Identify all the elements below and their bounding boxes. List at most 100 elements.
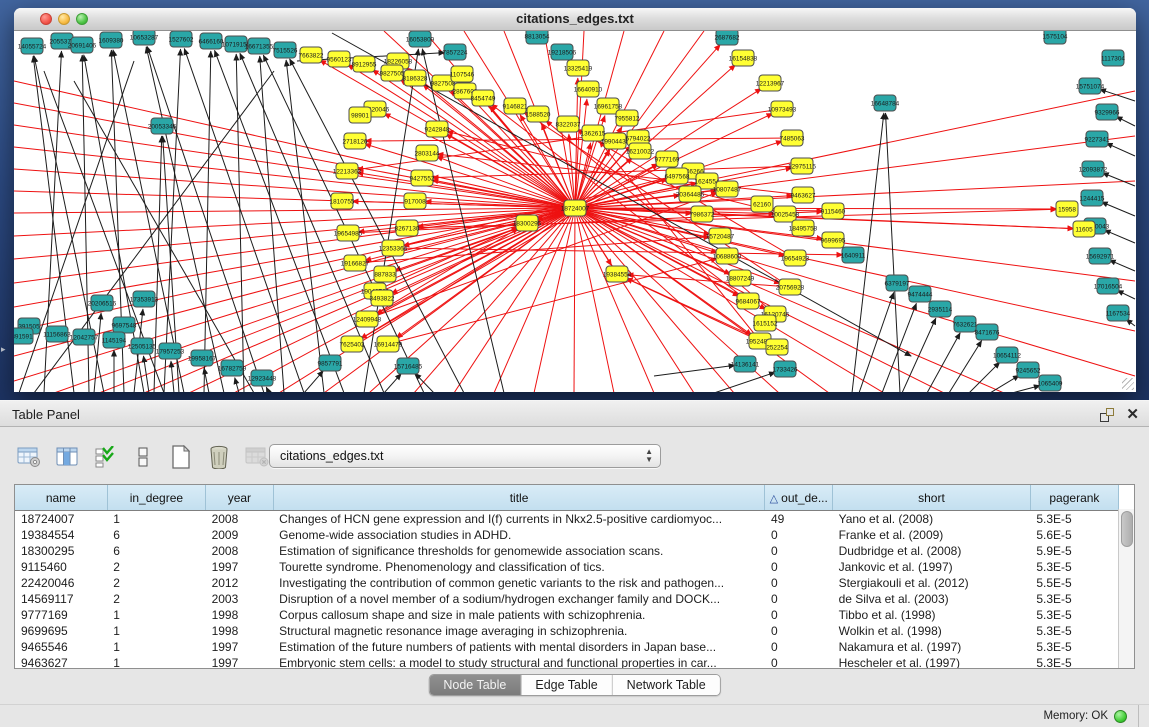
graph-node[interactable]: 1244415 (1080, 190, 1105, 206)
graph-node[interactable]: 15720487 (706, 228, 735, 244)
graph-node[interactable]: 12505135 (128, 338, 157, 354)
graph-node[interactable]: 252254 (766, 339, 788, 355)
graph-node[interactable]: 10807487 (713, 181, 742, 197)
row-height-button[interactable] (130, 444, 156, 470)
graph-node[interactable]: 8322037 (556, 116, 581, 132)
graph-node[interactable]: 7986372 (690, 206, 715, 222)
graph-node[interactable]: 9329966 (1095, 104, 1120, 120)
citation-edge-black[interactable] (1116, 116, 1135, 126)
graph-node[interactable]: 15751074 (1076, 78, 1105, 94)
graph-node[interactable]: 9699695 (821, 232, 846, 248)
citation-edge-black[interactable] (886, 113, 900, 392)
graph-node[interactable]: 8186328 (403, 70, 428, 86)
graph-node[interactable]: 8454749 (471, 90, 496, 106)
graph-node[interactable]: 6379197 (885, 275, 910, 291)
graph-node[interactable]: 1527602 (169, 31, 194, 47)
citation-edge-black[interactable] (236, 54, 244, 392)
graph-node[interactable]: 12353364 (379, 240, 408, 256)
column-header-title[interactable]: title (273, 485, 765, 511)
citation-edge-black[interactable] (164, 49, 181, 392)
column-header-short[interactable]: short (833, 485, 1031, 511)
graph-node[interactable]: 12093872 (1079, 161, 1108, 177)
citation-edge-black[interactable] (94, 313, 101, 392)
scrollbar-thumb[interactable] (1121, 511, 1133, 547)
citation-edge-red[interactable] (14, 147, 575, 208)
graph-node[interactable]: 16648784 (871, 95, 900, 111)
graph-node[interactable]: 12213363 (333, 163, 362, 179)
graph-node[interactable]: 20691406 (68, 37, 97, 53)
graph-node[interactable]: 9427552 (410, 170, 435, 186)
graph-node[interactable]: 18300295 (513, 215, 542, 231)
graph-node[interactable]: 2687682 (715, 31, 740, 45)
graph-node[interactable]: 6466160 (199, 33, 224, 49)
graph-node[interactable]: 9697548 (112, 317, 137, 333)
graph-node[interactable]: 9684067 (736, 293, 761, 309)
citation-edge-black[interactable] (304, 371, 323, 392)
table-row[interactable]: 946554611997Estimation of the future num… (15, 639, 1119, 655)
graph-node[interactable]: 9227341 (1085, 131, 1110, 147)
graph-node[interactable]: 9777169 (655, 151, 680, 167)
collapsed-panel-caret[interactable]: ▸ (1, 344, 6, 355)
graph-node[interactable]: 98901 (349, 107, 371, 123)
citation-edge-black[interactable] (286, 60, 324, 392)
column-header-name[interactable]: name (15, 485, 107, 511)
graph-node[interactable]: 1609380 (99, 32, 124, 48)
citation-edge-red[interactable] (702, 214, 1074, 229)
graph-node[interactable]: 20756928 (776, 279, 805, 295)
graph-node[interactable]: 20206516 (88, 295, 117, 311)
graph-node[interactable]: 7663822 (299, 47, 324, 63)
citation-edge-black[interactable] (1109, 260, 1135, 271)
float-panel-icon[interactable] (1100, 408, 1114, 422)
graph-node[interactable]: 1145194 (102, 332, 127, 348)
citation-edge-black[interactable] (990, 375, 1019, 392)
graph-node[interactable]: 12923448 (248, 370, 277, 386)
memory-indicator[interactable]: Memory: OK (1043, 705, 1127, 727)
graph-node[interactable]: 19384554 (603, 266, 632, 282)
graph-node[interactable]: 10654112 (993, 347, 1021, 363)
graph-node[interactable]: 1588520 (526, 106, 551, 122)
graph-node[interactable]: 13325419 (564, 60, 593, 76)
graph-node[interactable]: 9560123 (327, 51, 352, 67)
graph-node[interactable]: 8267130 (395, 220, 420, 236)
graph-node[interactable]: 16671355 (245, 38, 274, 54)
graph-node[interactable]: 19654985 (334, 225, 363, 241)
citation-edge-red[interactable] (393, 248, 843, 255)
close-panel-icon[interactable]: ✕ (1126, 408, 1139, 422)
graph-node[interactable]: 10973493 (768, 101, 797, 117)
citation-edge-red[interactable] (388, 259, 717, 344)
graph-node[interactable]: 16782759 (218, 360, 247, 376)
citation-edge-black[interactable] (1101, 202, 1135, 216)
citation-edge-black[interactable] (969, 362, 1000, 392)
citation-edge-red[interactable] (446, 134, 575, 208)
graph-node[interactable]: 18724007 (561, 200, 590, 216)
citation-edge-black[interactable] (1104, 230, 1135, 243)
graph-node[interactable]: 9827505 (380, 65, 405, 81)
graph-node[interactable]: 16640910 (574, 81, 603, 97)
graph-node[interactable]: 9474444 (908, 286, 933, 302)
graph-node[interactable]: 1065409 (1038, 375, 1063, 391)
graph-node[interactable]: 14136141 (731, 356, 760, 372)
citation-edge-black[interactable] (146, 47, 224, 392)
graph-node[interactable]: 2718126 (343, 133, 368, 149)
new-table-button[interactable] (168, 444, 194, 470)
graph-node[interactable]: 7955812 (615, 110, 640, 126)
graph-node[interactable]: 15958 (1056, 201, 1078, 217)
graph-node[interactable]: 2803144 (415, 145, 440, 161)
graph-node[interactable]: 19166827 (341, 255, 370, 271)
graph-node[interactable]: 16154838 (729, 50, 758, 66)
table-row[interactable]: 1830029562008Estimation of significance … (15, 543, 1119, 559)
citation-edge-red[interactable] (574, 208, 575, 392)
tab-node-table[interactable]: Node Table (429, 675, 521, 695)
graph-node[interactable]: 20364486 (676, 186, 705, 202)
table-row[interactable]: 969969511998Structural magnetic resonanc… (15, 623, 1119, 639)
graph-node[interactable]: 1167534 (1106, 305, 1131, 321)
graph-node[interactable]: 17016504 (1094, 278, 1123, 294)
graph-node[interactable]: 1640911 (841, 247, 866, 263)
graph-node[interactable]: 7485063 (780, 130, 805, 146)
table-settings-button[interactable] (16, 444, 42, 470)
graph-node[interactable]: 887833 (374, 266, 396, 282)
graph-node[interactable]: 16914479 (374, 336, 403, 352)
graph-node[interactable]: 19654923 (781, 250, 810, 266)
column-header-out_de[interactable]: △out_de... (765, 485, 833, 511)
table-vertical-scrollbar[interactable] (1118, 509, 1134, 668)
